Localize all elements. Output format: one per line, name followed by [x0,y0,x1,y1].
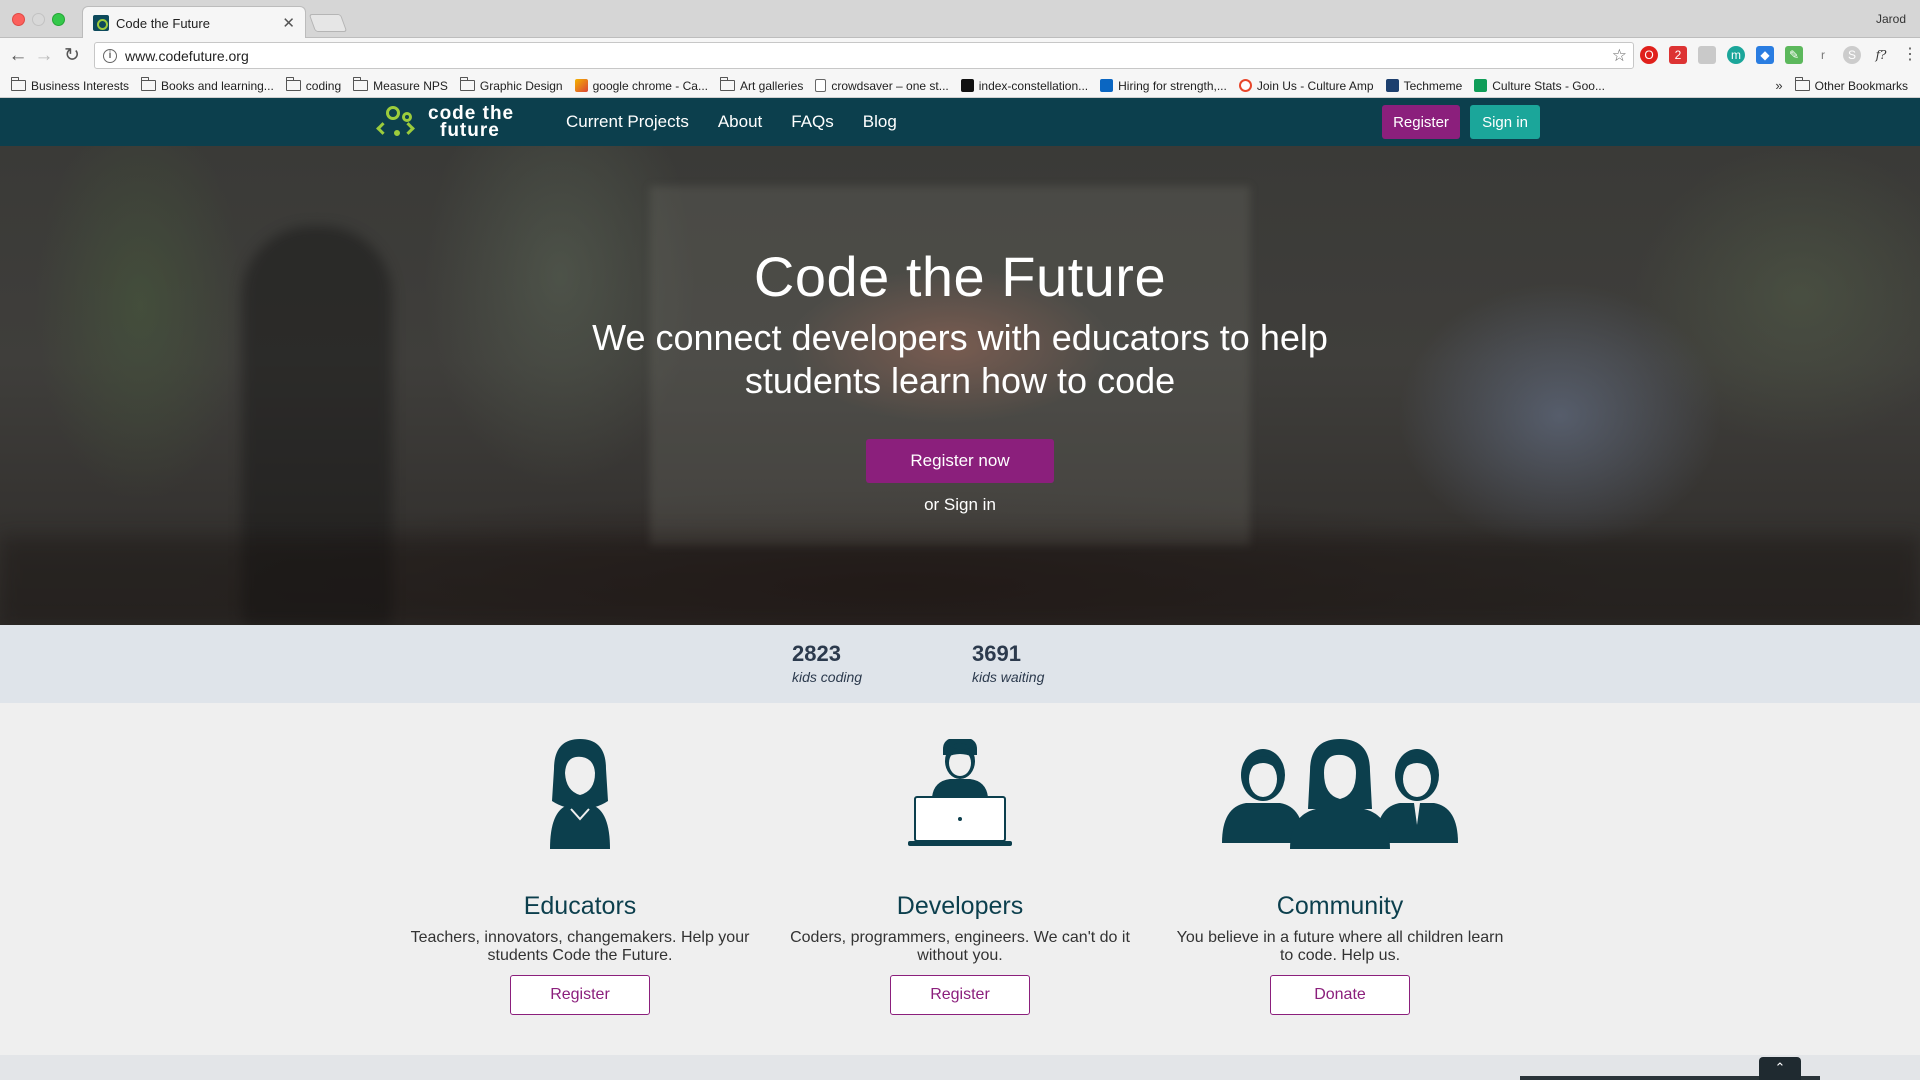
bookmark-item[interactable]: Join Us - Culture Amp [1238,79,1374,93]
nav-link-faqs[interactable]: FAQs [791,112,834,132]
techmeme-icon [1385,79,1399,92]
site-logo[interactable]: code the future [376,102,526,142]
culture-amp-icon [1238,79,1252,92]
more-bookmarks-chevron[interactable]: » [1775,78,1782,93]
browser-titlebar: Code the Future ✕ Jarod [0,0,1920,39]
forward-arrow-icon[interactable]: → [32,44,56,68]
back-arrow-icon[interactable]: ← [6,44,30,68]
folder-icon [141,77,157,91]
layers-extension-icon[interactable]: ◆ [1756,46,1774,64]
folder-icon [11,77,26,91]
logo-mark-icon [376,104,422,140]
stat-label: kids waiting [972,669,1045,685]
card-title: Community [1276,892,1404,920]
maximize-window-button[interactable] [52,13,65,26]
bookmark-item[interactable]: index-constellation... [960,79,1088,93]
hero-photo-students [0,536,1920,625]
site-favicon-icon [93,15,109,31]
bookmark-item[interactable]: coding [285,77,341,93]
m-extension-icon[interactable]: m [1727,46,1745,64]
folder-icon [1794,77,1810,91]
bookmark-item[interactable]: Books and learning... [141,77,274,93]
stat-label: kids coding [792,669,863,685]
minimize-window-button[interactable] [32,13,45,26]
grey-extension-icon[interactable] [1698,46,1716,64]
card-description: Teachers, innovators, changemakers. Help… [410,929,750,964]
folder-icon [353,77,369,91]
hero-banner: Code the Future We connect developers wi… [0,146,1920,625]
hero-title: Code the Future [753,245,1167,308]
educator-woman-icon [550,739,610,849]
browser-toolbar: ← → ↻ i www.codefuture.org ☆ O 2 m ◆ ✎ r… [0,38,1920,74]
stat-kids-waiting: 3691 kids waiting [972,641,1044,685]
chrome-menu-icon[interactable]: ⋮ [1901,46,1919,64]
linkedin-icon [1100,79,1114,92]
r-extension-icon[interactable]: r [1814,46,1832,64]
educators-register-button[interactable]: Register [510,975,650,1015]
card-description: Coders, programmers, engineers. We can't… [790,929,1130,964]
formula-extension-icon[interactable]: f? [1872,46,1890,64]
bookmark-item[interactable]: Culture Stats - Goo... [1474,79,1605,93]
stat-value: 3691 [972,641,1021,666]
calendar-extension-icon[interactable]: 2 [1669,46,1687,64]
tool-icon [574,79,588,92]
nav-signin-button[interactable]: Sign in [1470,105,1540,139]
community-donate-button[interactable]: Donate [1270,975,1410,1015]
new-tab-button[interactable] [308,14,348,32]
stat-kids-coding: 2823 kids coding [792,641,862,685]
bookmark-item[interactable]: Business Interests [11,77,129,93]
skype-extension-icon[interactable]: S [1843,46,1861,64]
opera-extension-icon[interactable]: O [1640,46,1658,64]
hero-signin-link[interactable]: or Sign in [0,495,1920,515]
other-bookmarks[interactable]: Other Bookmarks [1794,77,1908,93]
address-bar[interactable]: i www.codefuture.org ☆ [94,42,1634,69]
puzzle-extension-icon[interactable]: ✎ [1785,46,1803,64]
stat-value: 2823 [792,641,841,666]
card-title: Developers [896,892,1024,920]
bookmark-item[interactable]: Graphic Design [459,77,563,93]
black-square-icon [960,79,974,92]
chevron-up-icon[interactable]: ⌃ [1759,1057,1801,1080]
card-description: You believe in a future where all childr… [1176,929,1504,964]
close-window-button[interactable] [12,13,25,26]
bookmark-item[interactable]: crowdsaver – one st... [815,79,949,93]
close-tab-icon[interactable]: ✕ [282,14,295,32]
profile-name[interactable]: Jarod [1876,12,1906,26]
bookmark-item[interactable]: Measure NPS [353,77,448,93]
logo-wordmark: code the future [428,103,515,141]
browser-tab[interactable]: Code the Future ✕ [82,6,306,39]
folder-icon [285,77,301,91]
bookmarks-bar: Business Interests Books and learning...… [0,74,1920,98]
sheets-icon [1474,79,1488,92]
card-title: Educators [523,892,637,920]
audience-section: Educators Teachers, innovators, changema… [0,703,1920,1055]
nav-link-about[interactable]: About [718,112,762,132]
url-text[interactable]: www.codefuture.org [125,48,1612,64]
nav-link-current-projects[interactable]: Current Projects [566,112,689,132]
register-now-button[interactable]: Register now [866,439,1054,483]
nav-link-blog[interactable]: Blog [863,112,897,132]
community-group-icon [1222,739,1458,849]
reload-icon[interactable]: ↻ [60,44,84,68]
bookmark-star-icon[interactable]: ☆ [1612,46,1627,66]
site-info-icon[interactable]: i [103,48,117,63]
hero-subtitle: We connect developers with educators to … [592,317,1328,401]
main-menu: Current Projects About FAQs Blog [566,98,897,146]
page-icon [815,79,827,92]
folder-icon [719,77,735,91]
bookmark-item[interactable]: Art galleries [719,77,803,93]
tab-title: Code the Future [116,15,210,31]
nav-register-button[interactable]: Register [1382,105,1460,139]
developers-register-button[interactable]: Register [890,975,1030,1015]
site-navbar: code the future Current Projects About F… [0,98,1920,146]
extensions-bar: O 2 m ◆ ✎ r S f? ⋮ [1640,46,1919,64]
developer-laptop-icon [908,739,1012,846]
folder-icon [459,77,475,91]
bookmark-item[interactable]: Techmeme [1385,79,1462,93]
bookmark-item[interactable]: Hiring for strength,... [1100,79,1227,93]
stats-bar: 2823 kids coding 3691 kids waiting [0,625,1920,703]
bookmark-item[interactable]: google chrome - Ca... [574,79,708,93]
